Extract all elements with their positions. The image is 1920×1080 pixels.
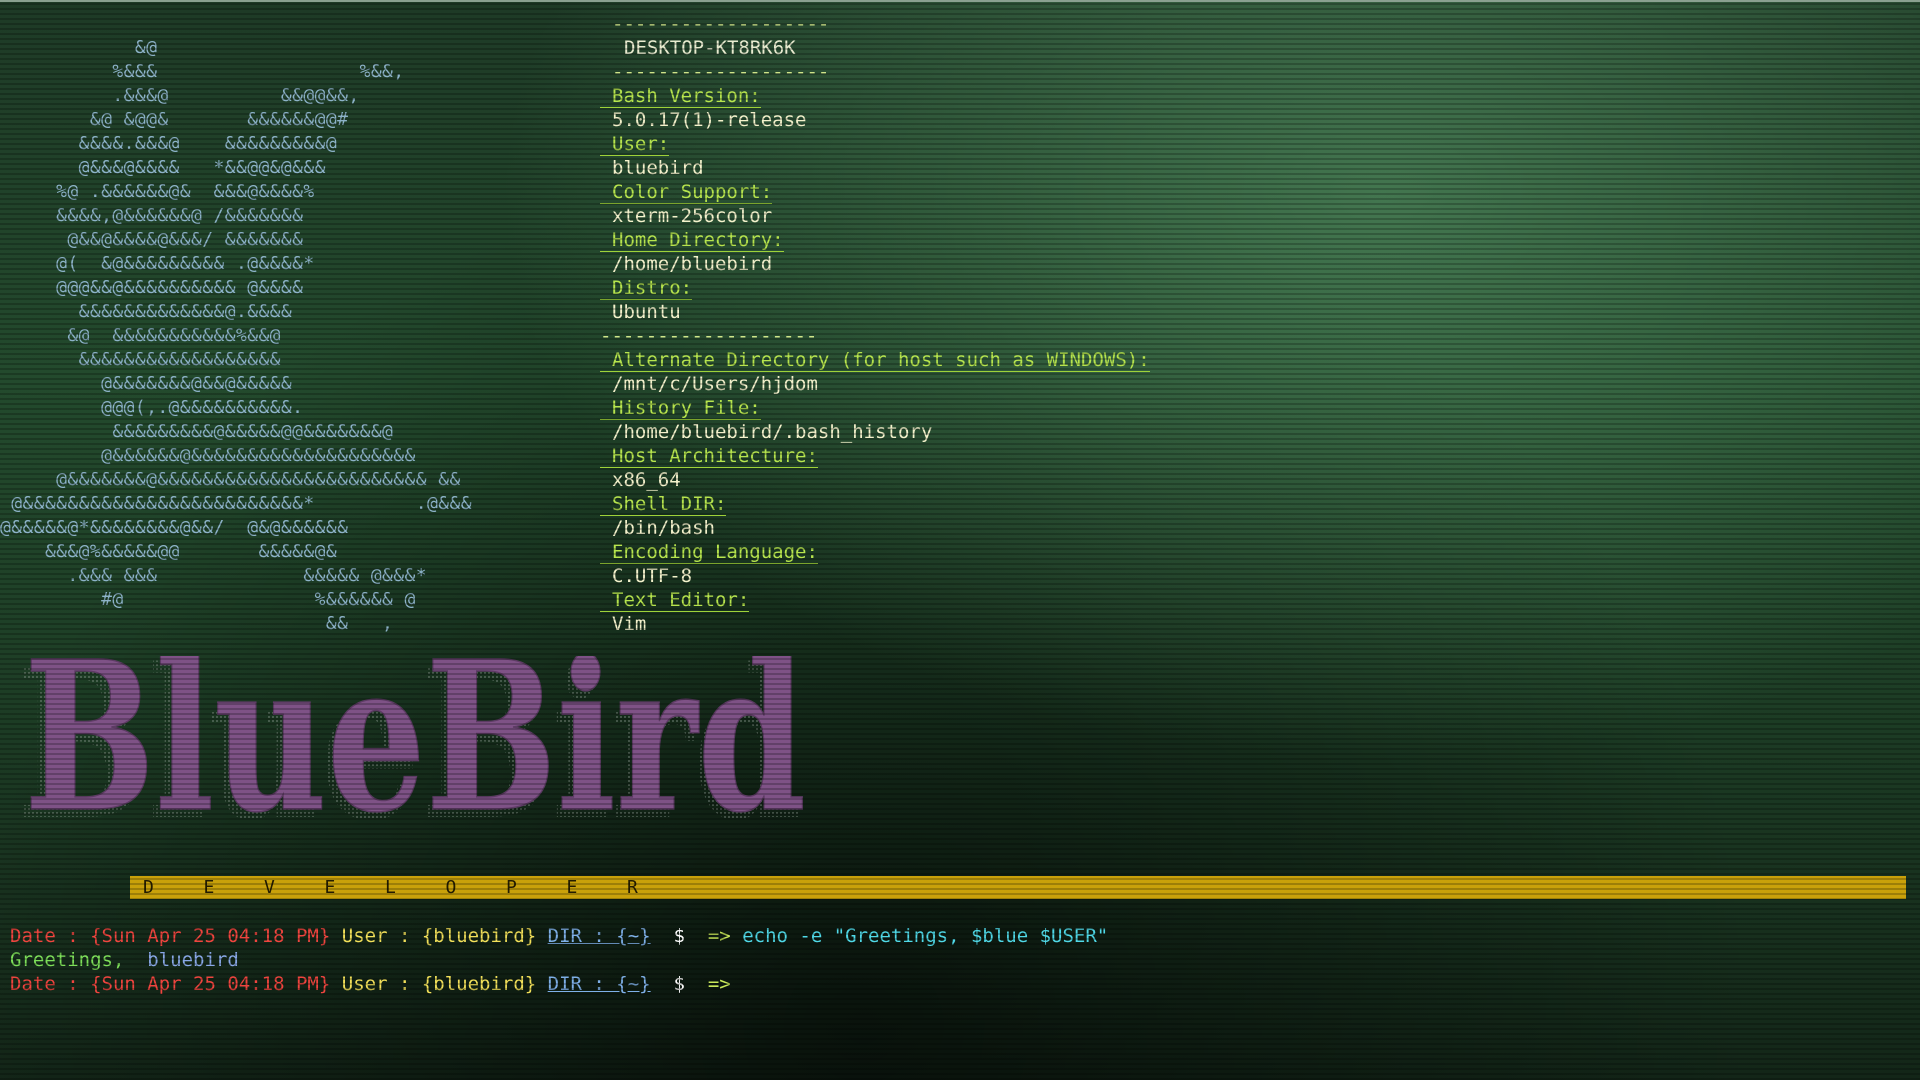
prompt-date: Date : {Sun Apr 25 04:18 PM} [10,925,331,947]
info-value-history-file: /home/bluebird/.bash_history [612,421,933,443]
info-label-shell-dir: Shell DIR: [600,493,727,516]
separator-line: ------------------- [600,325,818,347]
banner-letter: R [627,877,638,898]
command-output: Greetings, bluebird [10,948,1108,972]
info-value-text-editor: Vim [612,613,647,635]
info-label-bash-version: Bash Version: [600,85,761,108]
info-value-shell-dir: /bin/bash [612,517,715,539]
hostname: DESKTOP-KT8RK6K [624,37,796,59]
info-label-alternate-directory: Alternate Directory (for host such as WI… [600,349,1150,372]
info-value-user: bluebird [612,157,704,179]
prompt-arrow: => [707,925,731,947]
separator-line: ------------------- [612,61,830,83]
banner-letter: L [385,877,396,898]
prompt-line: Date : {Sun Apr 25 04:18 PM} User : {blu… [10,924,1108,948]
output-username: bluebird [147,949,239,971]
prompt-dollar: $ [673,925,685,947]
info-label-home-directory: Home Directory: [600,229,784,252]
banner-letter: O [445,877,457,898]
system-info-panel: ------------------- DESKTOP-KT8RK6K ----… [600,12,1908,636]
banner-letter: P [506,877,517,898]
banner-letter: E [566,877,578,898]
info-value-bash-version: 5.0.17(1)-release [612,109,807,131]
info-label-user: User: [600,133,670,156]
banner-letter: V [264,877,275,898]
window-top-border [0,0,1920,2]
prompt-dir: DIR : {~} [547,973,651,995]
separator-line: ------------------- [612,13,830,35]
info-value-distro: Ubuntu [612,301,681,323]
info-value-alternate-directory: /mnt/c/Users/hjdom [612,373,818,395]
info-label-host-architecture: Host Architecture: [600,445,818,468]
prompt-dollar: $ [673,973,685,995]
terminal-window[interactable]: &@ %&&& %&&, .&&&@ &&@@&&, &@ &@@& &&&&&… [0,0,1920,1080]
bluebird-logo: BlueBird BlueBird [16,656,807,832]
info-value-host-architecture: x86_64 [612,469,681,491]
info-value-color-support: xterm-256color [612,205,773,227]
shell-session[interactable]: Date : {Sun Apr 25 04:18 PM} User : {blu… [10,924,1108,996]
info-label-distro: Distro: [600,277,693,300]
prompt-user: User : {bluebird} [341,925,537,947]
info-label-history-file: History File: [600,397,761,420]
banner-letter: E [203,877,215,898]
prompt-line: Date : {Sun Apr 25 04:18 PM} User : {blu… [10,972,1108,996]
prompt-user: User : {bluebird} [341,973,537,995]
output-greeting: Greetings, [10,949,125,971]
developer-banner: D E V E L O P E R [130,876,1906,899]
ascii-art-bird: &@ %&&& %&&, .&&&@ &&@@&&, &@ &@@& &&&&&… [0,37,472,634]
logo-text: BlueBird [24,656,806,832]
prompt-arrow: => [707,973,731,995]
info-value-encoding-language: C.UTF-8 [612,565,693,587]
banner-letter: E [324,877,336,898]
info-label-encoding-language: Encoding Language: [600,541,818,564]
banner-letter: D [143,877,154,898]
info-label-text-editor: Text Editor: [600,589,750,612]
info-label-color-support: Color Support: [600,181,773,204]
info-value-home-directory: /home/bluebird [612,253,773,275]
prompt-dir: DIR : {~} [547,925,651,947]
command-text: echo -e "Greetings, $blue $USER" [742,925,1109,947]
prompt-date: Date : {Sun Apr 25 04:18 PM} [10,973,331,995]
